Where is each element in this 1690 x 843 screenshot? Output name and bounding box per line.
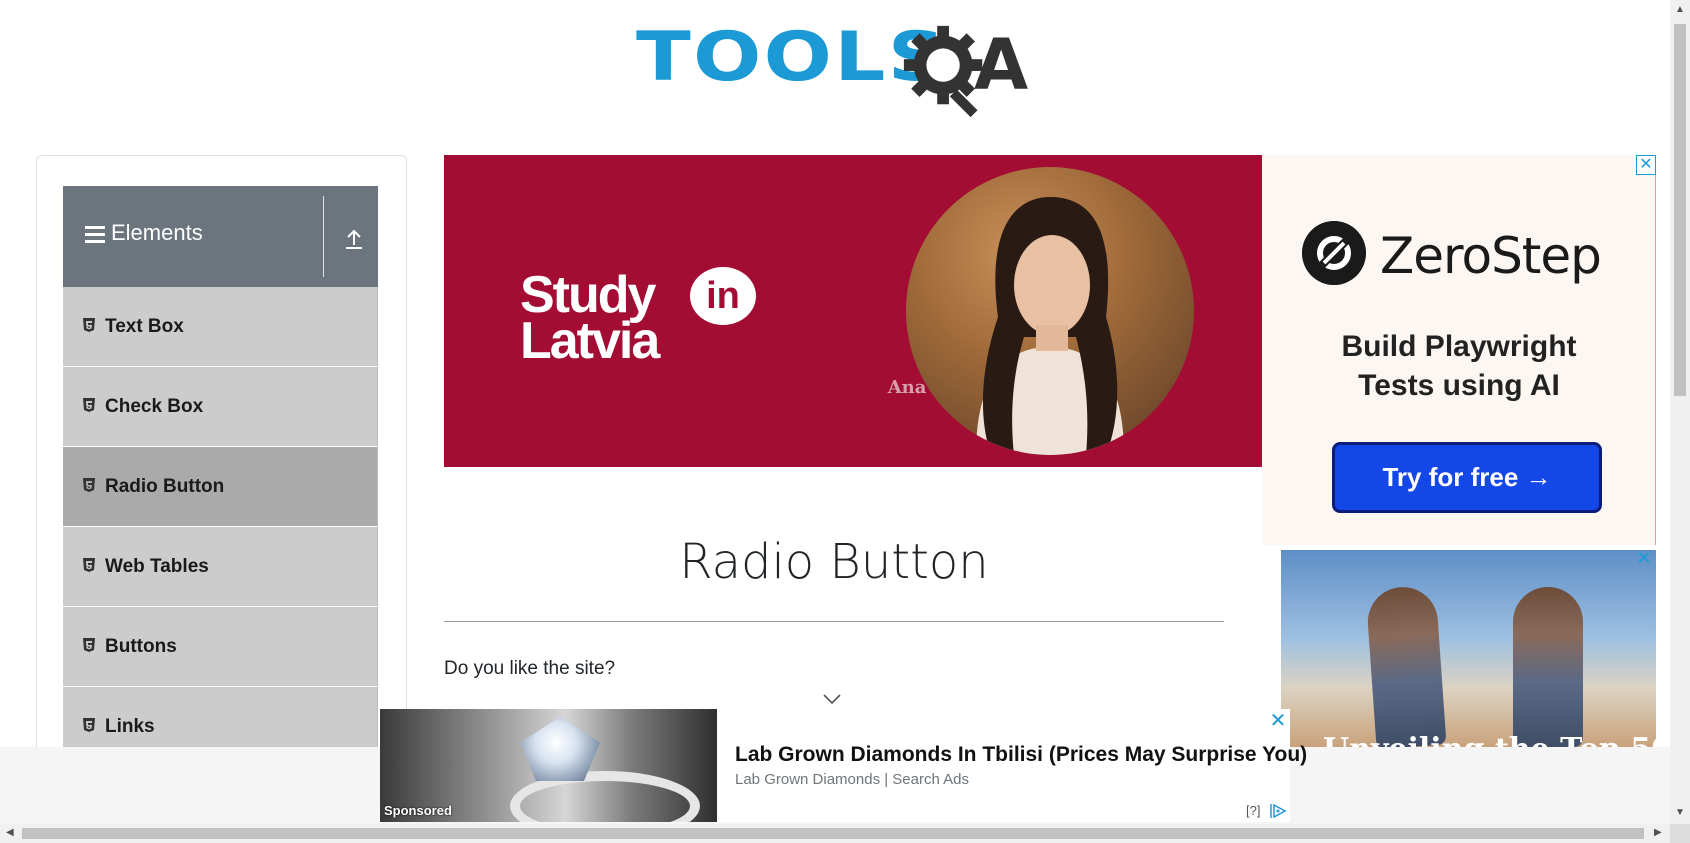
sidebar-item-buttons[interactable]: Buttons — [63, 607, 378, 687]
bottom-ad-subtitle: Lab Grown Diamonds | Search Ads — [735, 771, 970, 788]
vertical-scroll-thumb[interactable] — [1674, 24, 1686, 396]
sidebar-item-radio-button[interactable]: Radio Button — [63, 447, 378, 527]
sidebar-item-label: Links — [105, 716, 155, 737]
sidebar-group-elements[interactable]: Elements — [63, 186, 378, 287]
unveiling-ad[interactable]: Unveiling the Top 50 ✕ — [1281, 550, 1656, 747]
sponsored-label: Sponsored — [384, 803, 452, 818]
sidebar-group-title: Elements — [111, 220, 203, 245]
sidebar-item-label: Web Tables — [105, 556, 209, 577]
portrait-illustration — [976, 197, 1124, 455]
sidebar-panel: Elements Text Box Check Box Radio Button… — [36, 155, 407, 767]
unveiling-headline: Unveiling the Top 50 — [1323, 732, 1656, 747]
html5-icon — [83, 478, 95, 492]
adchoices-icon[interactable] — [1269, 803, 1287, 819]
scroll-left-arrow-icon[interactable]: ◀ — [6, 828, 14, 838]
banner-brand-line2: Latvia — [520, 311, 660, 370]
title-divider — [444, 621, 1224, 622]
ad2-close-button[interactable]: ✕ — [1634, 550, 1654, 570]
sidebar-menu: Text Box Check Box Radio Button Web Tabl… — [63, 287, 378, 767]
scroll-down-arrow-icon[interactable]: ▼ — [1675, 808, 1685, 818]
collapse-up-icon[interactable] — [343, 228, 365, 250]
sidebar-item-label: Buttons — [105, 636, 177, 657]
zerostep-tagline-line2: Tests using AI — [1358, 369, 1560, 402]
bottom-ad-close-icon[interactable]: ✕ — [1268, 711, 1288, 731]
sidebar-item-label: Text Box — [105, 316, 184, 337]
radio-question-label: Do you like the site? — [444, 658, 616, 679]
ad-help-link[interactable]: [?] — [1246, 803, 1260, 818]
chevron-down-icon[interactable] — [822, 692, 842, 706]
diamond-ring-image: Sponsored — [380, 709, 717, 822]
student-portrait — [906, 167, 1194, 455]
horizontal-scroll-thumb[interactable] — [22, 828, 1644, 839]
zerostep-logo-icon — [1302, 221, 1366, 285]
study-in-latvia-banner[interactable]: Study Latvia in Ana Mamaladze, student f… — [444, 155, 1262, 467]
scroll-up-arrow-icon[interactable]: ▲ — [1675, 5, 1685, 15]
scroll-right-arrow-icon[interactable]: ▶ — [1654, 828, 1662, 838]
header-divider — [323, 196, 324, 277]
sidebar-item-web-tables[interactable]: Web Tables — [63, 527, 378, 607]
try-for-free-button[interactable]: Try for free → — [1332, 442, 1602, 513]
banner-in-badge: in — [690, 267, 756, 325]
lab-diamonds-ad[interactable]: Sponsored Lab Grown Diamonds In Tbilisi … — [380, 709, 1307, 822]
hamburger-icon — [85, 226, 105, 244]
html5-icon — [83, 398, 95, 412]
sidebar-item-label: Radio Button — [105, 476, 225, 497]
bottom-ad-title[interactable]: Lab Grown Diamonds In Tbilisi (Prices Ma… — [735, 743, 1307, 767]
sidebar-item-label: Check Box — [105, 396, 204, 417]
html5-icon — [83, 318, 95, 332]
html5-icon — [83, 558, 95, 572]
sidebar-item-check-box[interactable]: Check Box — [63, 367, 378, 447]
ad-figure-left — [1365, 584, 1447, 747]
html5-icon — [83, 638, 95, 652]
page-title: Radio Button — [679, 534, 989, 590]
html5-icon — [83, 718, 95, 732]
horizontal-scrollbar[interactable]: ◀ ▶ — [0, 824, 1670, 843]
scrollbar-corner — [1670, 824, 1690, 843]
banner-brand: Study Latvia — [520, 269, 660, 370]
sidebar-item-text-box[interactable]: Text Box — [63, 287, 378, 367]
zerostep-tagline: Build Playwright Tests using AI — [1282, 327, 1636, 405]
ad-close-button[interactable]: ✕ — [1636, 155, 1656, 175]
zerostep-tagline-line1: Build Playwright — [1341, 330, 1577, 363]
ad-figure-right — [1513, 587, 1583, 747]
logo-a-letter: A — [974, 24, 1029, 106]
toolsqa-logo[interactable]: TOOLS A — [636, 18, 1038, 118]
zerostep-brand: ZeroStep — [1380, 227, 1602, 285]
zerostep-ad[interactable]: ✕ ZeroStep Build Playwright Tests using … — [1262, 155, 1656, 545]
vertical-scrollbar[interactable]: ▲ ▼ — [1670, 0, 1690, 824]
